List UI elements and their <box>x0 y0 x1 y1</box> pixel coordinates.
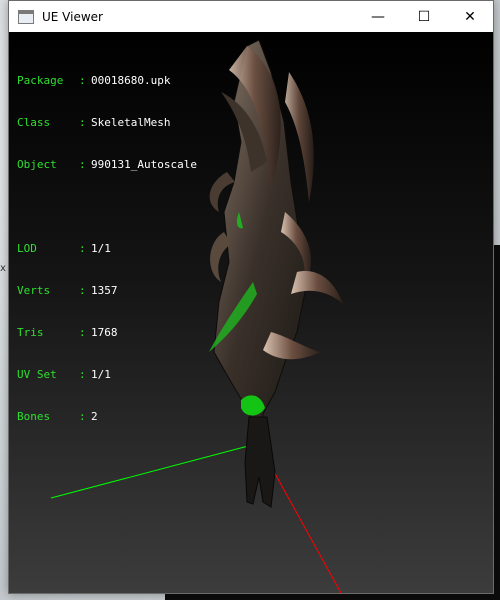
tris-value: 1768 <box>91 326 118 339</box>
mesh-info-overlay: Package:00018680.upk Class: SkeletalMesh … <box>17 46 197 452</box>
info-label: Bones <box>17 410 51 423</box>
cursor-marker: x <box>0 263 6 274</box>
app-window-icon <box>18 9 34 24</box>
info-label: UV Set <box>17 368 57 381</box>
info-label: LOD <box>17 242 37 255</box>
info-separator: : <box>79 284 86 297</box>
uvset-value: 1/1 <box>91 368 111 381</box>
maximize-icon: ☐ <box>417 8 431 25</box>
bones-value: 2 <box>91 410 98 423</box>
info-label: Class <box>17 116 51 129</box>
ue-viewer-window: UE Viewer — ☐ ✕ Package: 00018680.upk C… <box>8 0 494 594</box>
close-icon: ✕ <box>464 8 476 25</box>
close-button[interactable]: ✕ <box>447 1 493 32</box>
info-label: Object <box>17 158 57 171</box>
info-separator: : <box>79 368 86 381</box>
3d-viewport[interactable]: Package:00018680.upk Class: SkeletalMesh … <box>9 32 493 593</box>
info-label: Verts <box>17 284 51 297</box>
window-title: UE Viewer <box>42 9 103 24</box>
info-separator: : <box>79 74 86 87</box>
info-label: Tris <box>17 326 44 339</box>
skeletal-mesh-model <box>209 39 343 508</box>
info-separator: : <box>79 116 86 129</box>
info-separator: : <box>79 242 86 255</box>
lod-value: 1/1 <box>91 242 111 255</box>
title-bar[interactable]: UE Viewer — ☐ ✕ <box>9 1 493 32</box>
minimize-icon: — <box>371 8 385 25</box>
minimize-button[interactable]: — <box>355 1 401 32</box>
class-value: SkeletalMesh <box>91 116 171 129</box>
info-separator: : <box>79 158 86 171</box>
axis-green-line <box>50 444 253 499</box>
package-value: 00018680.upk <box>91 74 171 87</box>
info-separator: : <box>79 326 86 339</box>
info-separator: : <box>79 410 86 423</box>
info-label: Package <box>17 74 64 87</box>
maximize-button[interactable]: ☐ <box>401 1 447 32</box>
window-controls: — ☐ ✕ <box>355 1 493 32</box>
object-value: 990131_Autoscale <box>91 158 197 171</box>
verts-value: 1357 <box>91 284 118 297</box>
